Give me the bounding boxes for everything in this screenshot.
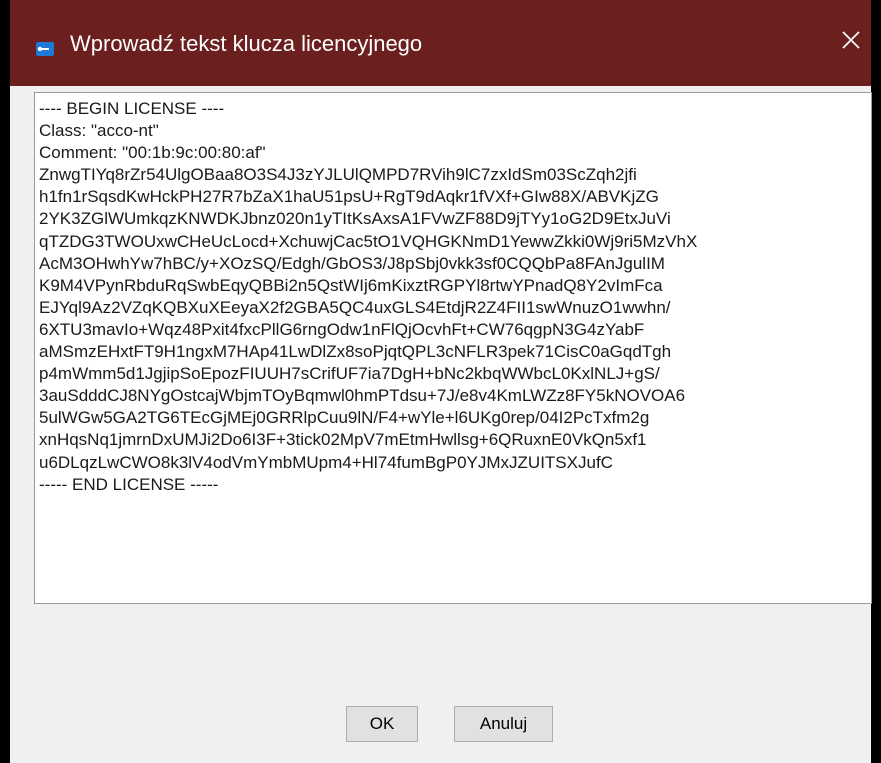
- cancel-button[interactable]: Anuluj: [454, 706, 553, 742]
- window-title: Wprowadź tekst klucza licencyjnego: [70, 31, 423, 56]
- title-bar[interactable]: Wprowadź tekst klucza licencyjnego: [10, 0, 871, 86]
- close-button[interactable]: [831, 20, 871, 66]
- license-text-area[interactable]: [34, 92, 872, 604]
- ok-button[interactable]: OK: [346, 706, 418, 742]
- java-app-icon: [36, 36, 54, 56]
- dialog-body: OK Anuluj: [10, 86, 872, 763]
- close-icon: [841, 30, 861, 56]
- license-key-dialog: Wprowadź tekst klucza licencyjnego OK An…: [0, 0, 881, 763]
